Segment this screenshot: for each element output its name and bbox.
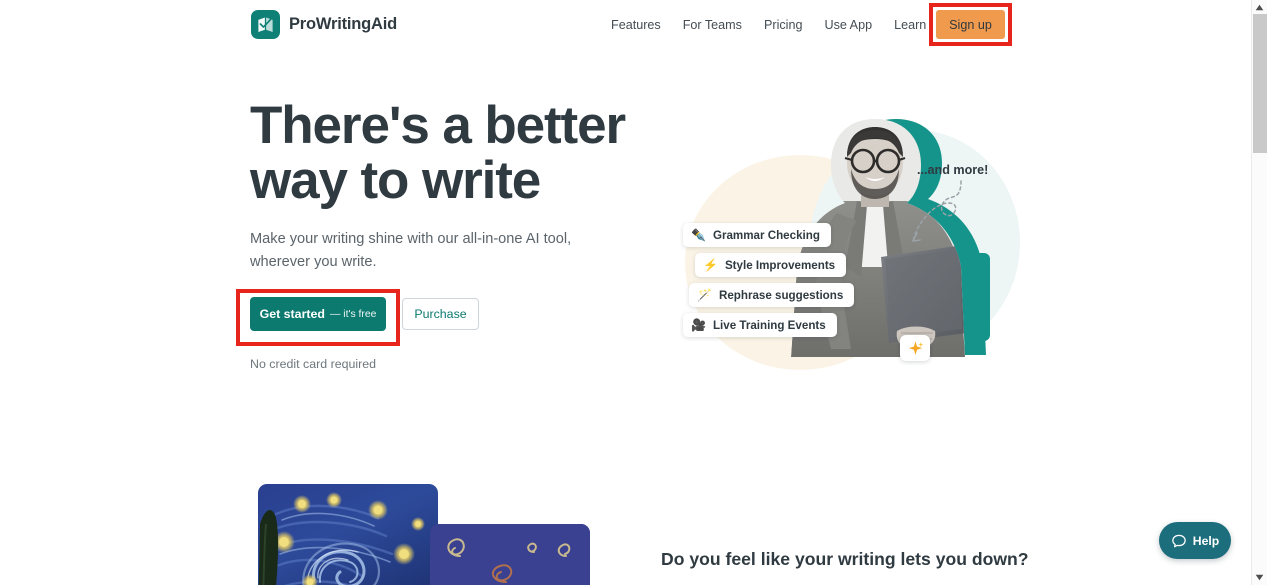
movie-camera-icon: 🎥 xyxy=(691,318,706,332)
scrollbar-thumb[interactable] xyxy=(1253,14,1267,153)
purchase-button[interactable]: Purchase xyxy=(402,298,479,330)
brand-name: ProWritingAid xyxy=(289,15,398,33)
scroll-down-arrow-icon[interactable] xyxy=(1252,570,1267,585)
feature-chip-label: Style Improvements xyxy=(724,258,836,272)
hero-subtitle: Make your writing shine with our all-in-… xyxy=(250,231,572,270)
get-started-suffix: — it's free xyxy=(329,308,377,320)
feature-chip: 🎥 Live Training Events xyxy=(683,313,837,337)
get-started-button[interactable]: Get started — it's free xyxy=(250,297,386,331)
vertical-scrollbar[interactable] xyxy=(1251,0,1267,585)
sparkle-icon xyxy=(908,340,923,355)
hero-illustration: ✒️ Grammar Checking ⚡ Style Improvements… xyxy=(645,95,1045,385)
fine-print: No credit card required xyxy=(250,357,377,371)
nav-link-pricing[interactable]: Pricing xyxy=(753,12,814,38)
brand-logo-link[interactable]: ProWritingAid xyxy=(251,10,397,39)
help-widget-label: Help xyxy=(1192,533,1220,548)
section-heading: Do you feel like your writing lets you d… xyxy=(661,549,1029,569)
site-header: ProWritingAid Features For Teams Pricing… xyxy=(0,0,1251,50)
page-title: There's a better way to write xyxy=(250,96,626,210)
magic-wand-icon: 🪄 xyxy=(697,288,712,302)
nav-link-for-teams[interactable]: For Teams xyxy=(672,12,753,38)
feature-chip-label: Grammar Checking xyxy=(712,228,820,242)
feature-chip-label: Rephrase suggestions xyxy=(718,288,844,302)
get-started-label: Get started xyxy=(259,307,325,321)
signup-button[interactable]: Sign up xyxy=(936,10,1005,39)
doodle-spirals-image xyxy=(430,524,590,585)
chat-bubble-icon xyxy=(1172,534,1186,547)
and-more-label: ...and more! xyxy=(917,163,989,177)
lightning-icon: ⚡ xyxy=(703,258,718,272)
feature-chip-label: Live Training Events xyxy=(712,318,826,332)
dashed-arrow-icon xyxy=(912,180,962,242)
pen-icon: ✒️ xyxy=(691,228,706,242)
nav-link-use-app[interactable]: Use App xyxy=(813,12,883,38)
feature-chip: ⚡ Style Improvements xyxy=(695,253,847,277)
book-logo-icon xyxy=(251,10,280,39)
scroll-up-arrow-icon[interactable] xyxy=(1252,0,1267,15)
feature-chip: ✒️ Grammar Checking xyxy=(683,223,831,247)
page-viewport: ProWritingAid Features For Teams Pricing… xyxy=(0,0,1251,585)
starry-night-image xyxy=(258,484,438,585)
sparkle-badge xyxy=(900,335,930,361)
browser-page: ProWritingAid Features For Teams Pricing… xyxy=(0,0,1267,585)
nav-link-features[interactable]: Features xyxy=(600,12,672,38)
help-widget-button[interactable]: Help xyxy=(1159,522,1231,559)
feature-chip: 🪄 Rephrase suggestions xyxy=(689,283,855,307)
signup-annotation-box: Sign up xyxy=(929,3,1012,46)
